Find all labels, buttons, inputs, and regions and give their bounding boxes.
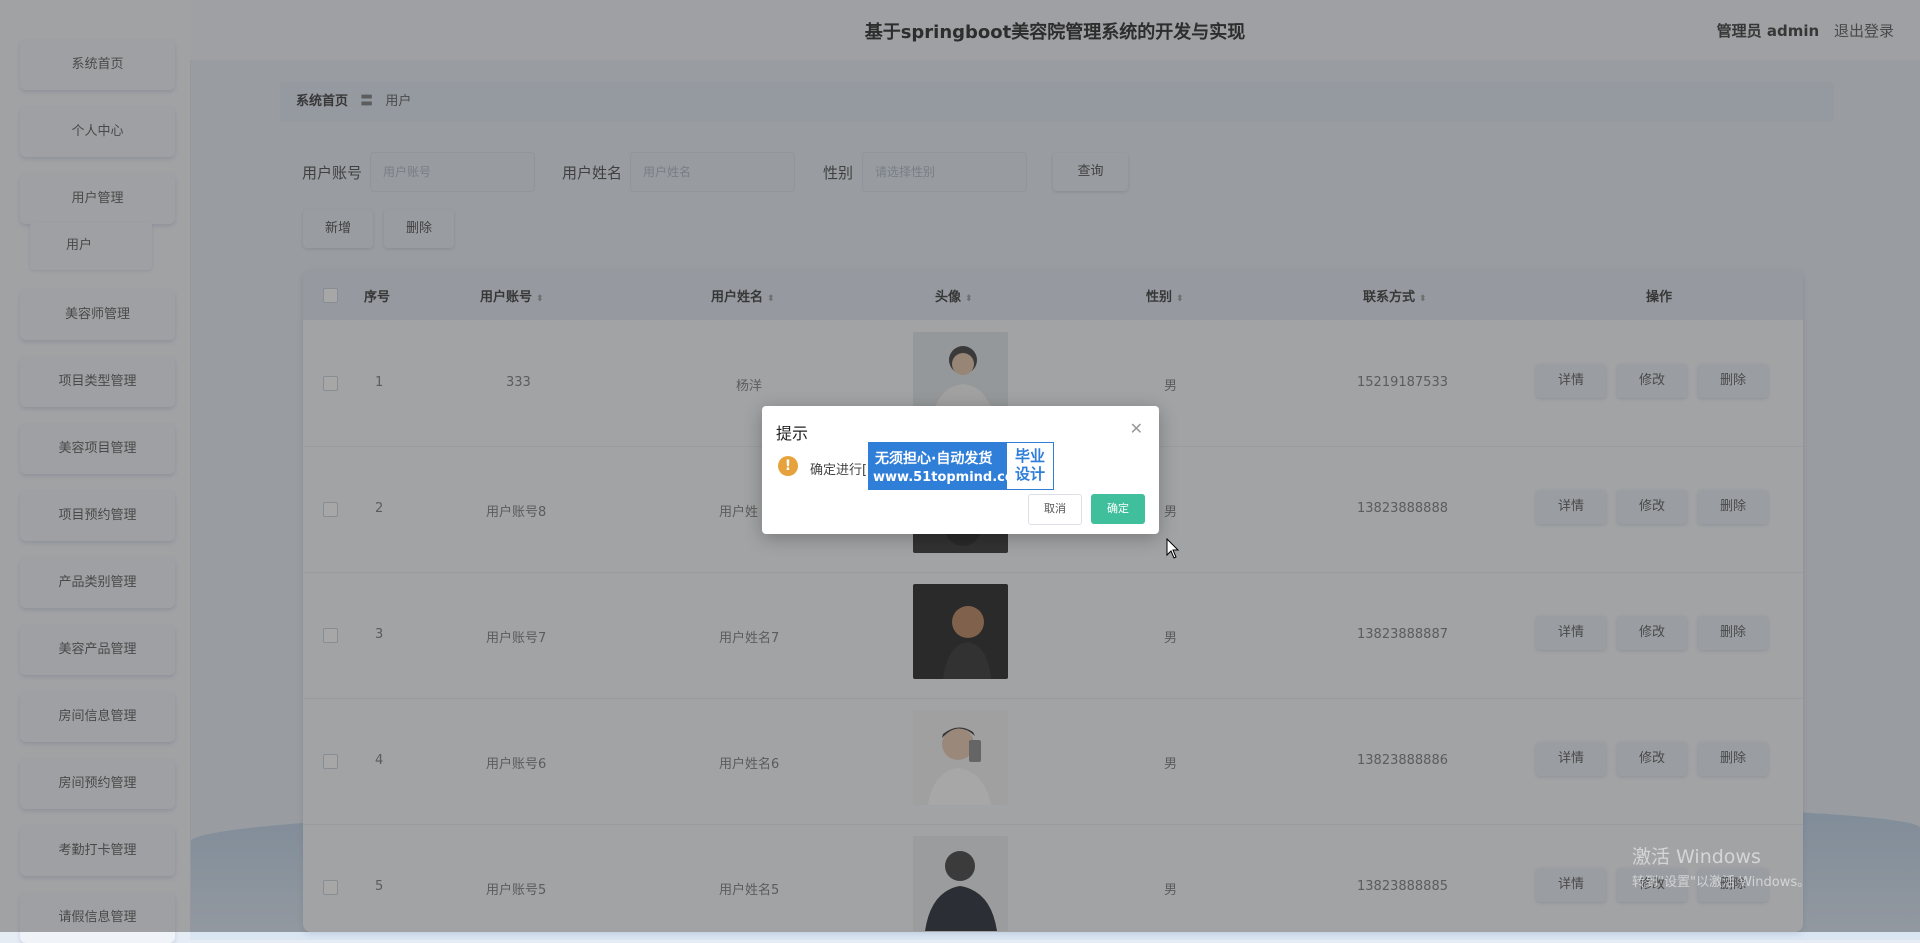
dialog-title: 提示 [776, 424, 809, 443]
warning-icon: ! [778, 456, 798, 476]
confirm-button[interactable]: 确定 [1091, 494, 1145, 524]
watermark-side-top: 毕业 [1014, 447, 1045, 465]
dialog-message: 确定进行[ [810, 463, 868, 478]
watermark-line1: 无须担心·自动发货 [875, 451, 993, 467]
promo-watermark: 无须担心·自动发货 www.51topmind.com 毕业 设计 [868, 442, 1054, 490]
cancel-button[interactable]: 取消 [1028, 494, 1082, 525]
watermark-line2: www.51topmind.com [873, 470, 1028, 485]
windows-activation-title: 激活 Windows [1632, 846, 1761, 868]
windows-activation-subtitle: 转到"设置"以激活 Windows。 [1632, 875, 1811, 890]
watermark-side: 毕业 设计 [1007, 443, 1053, 489]
mouse-cursor-icon [1166, 538, 1180, 559]
close-icon[interactable]: ✕ [1130, 419, 1143, 438]
watermark-side-bottom: 设计 [1014, 465, 1045, 483]
windows-activation-watermark: 激活 Windows 转到"设置"以激活 Windows。 [1632, 842, 1810, 890]
